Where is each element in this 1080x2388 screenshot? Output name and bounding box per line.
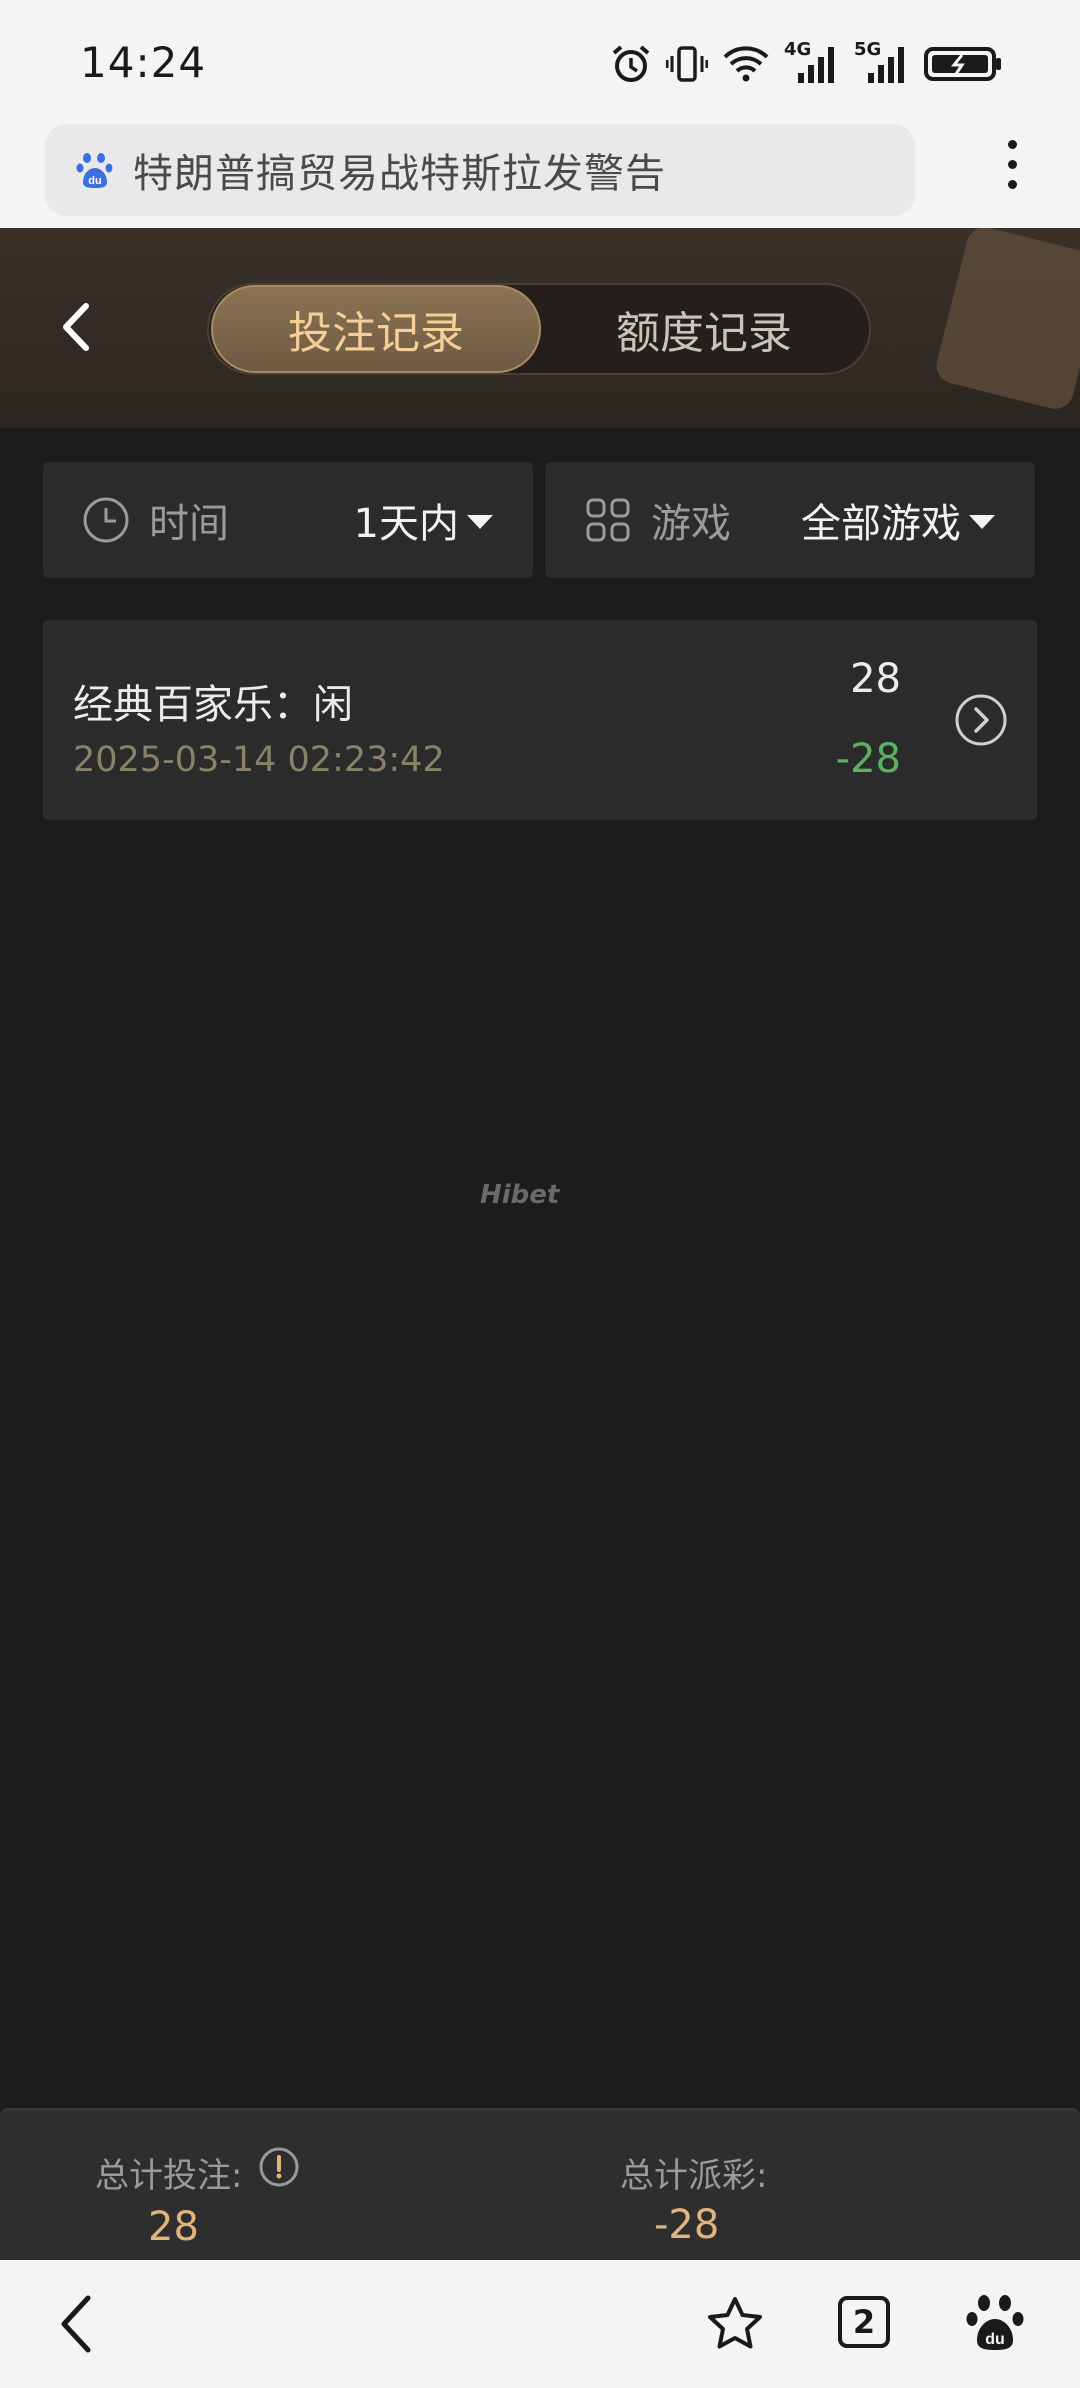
wifi-icon [723,46,769,82]
record-timestamp: 2025-03-14 02:23:42 [73,740,445,780]
status-bar: 14:24 4G 5G [0,0,1080,118]
record-bet-amount: 28 [850,656,901,702]
svg-text:du: du [985,2331,1005,2348]
vibrate-icon [666,46,708,82]
record-game-title: 经典百家乐：闲 [73,682,353,728]
total-bet-label: 总计投注: [95,2156,243,2196]
browser-bottom-nav: 2 du [0,2260,1080,2388]
search-query-text: 特朗普搞贸易战特斯拉发警告 [133,151,666,197]
app-header: 投注记录 额度记录 [0,228,1080,428]
status-time: 14:24 [80,38,207,87]
status-icons: 4G 5G [610,39,1004,88]
search-bar[interactable]: du 特朗普搞贸易战特斯拉发警告 [45,124,915,216]
tab-bet-records[interactable]: 投注记录 [211,285,541,373]
time-filter-label: 时间 [149,501,229,547]
browser-back-icon[interactable] [56,2292,96,2356]
back-arrow-icon[interactable] [48,292,108,362]
totals-bar: 总计投注: 28 总计派彩: -28 [0,2108,1080,2262]
total-bet-value: 28 [148,2204,199,2250]
total-payout-value: -28 [654,2202,720,2248]
bet-record-row[interactable]: 经典百家乐：闲 2025-03-14 02:23:42 28 -28 [43,620,1037,820]
grid-icon [586,498,630,542]
decorative-document-icon [932,228,1080,413]
battery-icon [924,47,1001,81]
total-payout-label: 总计派彩: [620,2156,768,2196]
clock-icon [83,497,129,543]
game-filter-label: 游戏 [651,501,731,547]
alarm-icon [612,45,650,82]
baidu-paw-icon: du [76,153,113,188]
info-alert-icon[interactable] [258,2146,300,2188]
signal-5g-icon: 5G [854,39,910,85]
chevron-right-circle-icon[interactable] [953,692,1009,748]
svg-text:du: du [88,175,101,187]
time-filter[interactable]: 时间 1天内 [43,462,533,578]
time-filter-value: 1天内 [353,501,459,547]
browser-toolbar: du 特朗普搞贸易战特斯拉发警告 [0,118,1080,228]
game-filter-value: 全部游戏 [801,501,961,547]
more-menu-icon[interactable] [1000,140,1024,200]
bookmark-star-icon[interactable] [705,2294,765,2354]
tab-credit-records[interactable]: 额度记录 [539,285,869,373]
caret-down-icon [969,515,995,529]
signal-4g-icon: 4G [784,39,840,85]
tab-switcher-button[interactable]: 2 [838,2296,890,2348]
record-payout-amount: -28 [835,736,901,782]
caret-down-icon [467,515,493,529]
watermark-logo: Hibet [480,1180,560,1210]
baidu-paw-icon[interactable]: du [966,2292,1024,2352]
game-filter[interactable]: 游戏 全部游戏 [545,462,1035,578]
record-tabs: 投注记录 额度记录 [207,283,871,375]
